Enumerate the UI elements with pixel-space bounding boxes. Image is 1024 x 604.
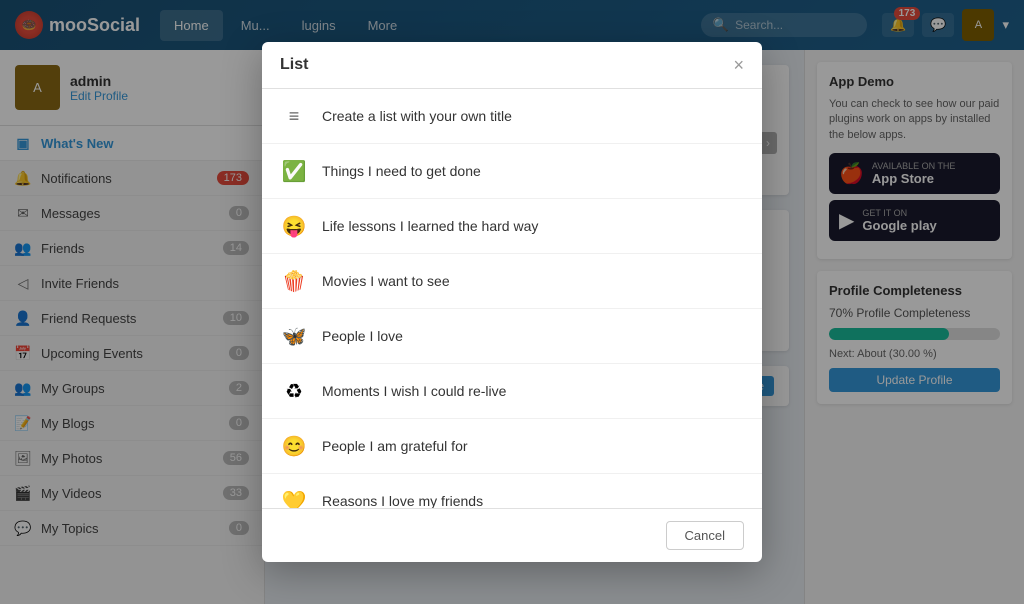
modal-item-icon-7: 💛 (280, 487, 308, 508)
modal-item-icon-4: 🦋 (280, 322, 308, 350)
modal-title: List (280, 56, 308, 74)
modal-overlay[interactable]: List × ≡ Create a list with your own tit… (0, 0, 1024, 604)
modal-item-text-create: Create a list with your own title (322, 108, 512, 124)
modal-item-5[interactable]: ♻ Moments I wish I could re-live (262, 364, 762, 419)
modal-item-icon-6: 😊 (280, 432, 308, 460)
modal-item-text-1: Things I need to get done (322, 163, 481, 179)
modal-item-text-4: People I love (322, 328, 403, 344)
cancel-button[interactable]: Cancel (666, 521, 744, 550)
modal-create-list-item[interactable]: ≡ Create a list with your own title (262, 89, 762, 144)
modal-item-2[interactable]: 😝 Life lessons I learned the hard way (262, 199, 762, 254)
modal-item-text-2: Life lessons I learned the hard way (322, 218, 538, 234)
modal-item-7[interactable]: 💛 Reasons I love my friends (262, 474, 762, 508)
modal-item-text-7: Reasons I love my friends (322, 493, 483, 508)
modal-item-text-5: Moments I wish I could re-live (322, 383, 506, 399)
create-list-icon: ≡ (280, 102, 308, 130)
modal-item-1[interactable]: ✅ Things I need to get done (262, 144, 762, 199)
modal-item-6[interactable]: 😊 People I am grateful for (262, 419, 762, 474)
modal-body: ≡ Create a list with your own title ✅ Th… (262, 89, 762, 508)
modal-item-icon-3: 🍿 (280, 267, 308, 295)
modal-close-button[interactable]: × (733, 56, 744, 74)
modal-item-icon-5: ♻ (280, 377, 308, 405)
modal-item-text-3: Movies I want to see (322, 273, 450, 289)
modal-item-text-6: People I am grateful for (322, 438, 468, 454)
modal-item-3[interactable]: 🍿 Movies I want to see (262, 254, 762, 309)
modal-item-icon-2: 😝 (280, 212, 308, 240)
modal-header: List × (262, 42, 762, 89)
modal-footer: Cancel (262, 508, 762, 562)
modal-item-icon-1: ✅ (280, 157, 308, 185)
list-modal: List × ≡ Create a list with your own tit… (262, 42, 762, 562)
modal-item-4[interactable]: 🦋 People I love (262, 309, 762, 364)
